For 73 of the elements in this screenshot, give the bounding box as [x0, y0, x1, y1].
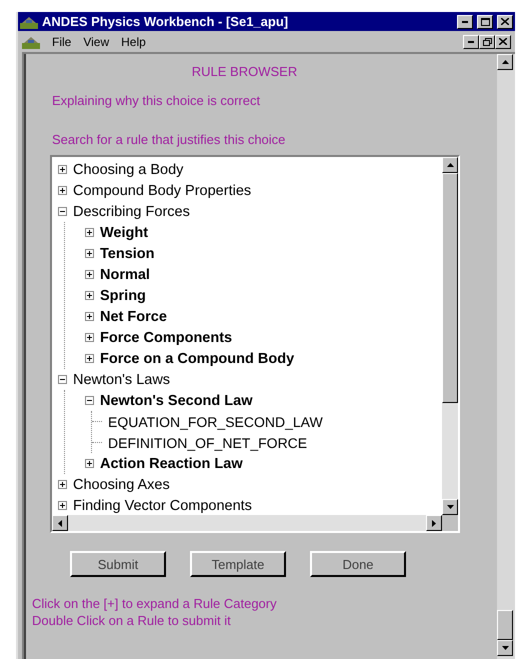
tree-item[interactable]: Describing Forces: [73, 204, 190, 220]
menu-item[interactable]: Help: [121, 34, 146, 48]
minimize-button[interactable]: [457, 14, 473, 28]
collapse-icon[interactable]: [85, 396, 94, 405]
rule-item[interactable]: EQUATION_FOR_SECOND_LAW: [108, 414, 323, 430]
menu-item[interactable]: View: [83, 34, 110, 48]
maximize-icon: [480, 18, 490, 26]
app-icon: [20, 14, 38, 28]
close-button[interactable]: [497, 14, 513, 28]
app-icon: [22, 34, 40, 48]
expand-icon[interactable]: [58, 186, 67, 195]
help-text: Click on the [+] to expand a Rule Category: [32, 595, 278, 612]
scroll-up-button[interactable]: [497, 54, 513, 70]
scrollbar-thumb[interactable]: [497, 610, 513, 640]
arrow-up-icon: [446, 163, 454, 167]
minimize-icon: [462, 20, 468, 22]
expand-icon[interactable]: [85, 249, 94, 258]
tree-item[interactable]: Force Components: [100, 330, 232, 346]
explanation-text: Explaining why this choice is correct: [52, 93, 262, 108]
scroll-right-button[interactable]: [426, 515, 442, 531]
scroll-down-button[interactable]: [497, 640, 513, 656]
help-text: Double Click on a Rule to submit it: [32, 612, 232, 629]
dialog-button[interactable]: Template: [190, 551, 286, 577]
expand-icon[interactable]: [85, 354, 94, 363]
expand-icon[interactable]: [58, 501, 67, 510]
expand-icon[interactable]: [85, 312, 94, 321]
tree-item[interactable]: Newton's Laws: [73, 372, 170, 388]
expand-icon[interactable]: [85, 291, 94, 300]
instruction-text: Search for a rule that justifies this choice: [52, 132, 286, 147]
tree-item[interactable]: Spring: [100, 288, 146, 304]
arrow-left-icon: [58, 520, 62, 526]
tree-item[interactable]: Weight: [100, 224, 148, 240]
tree-item[interactable]: Compound Body Properties: [73, 182, 252, 198]
dialog-button[interactable]: Submit: [70, 551, 166, 577]
arrow-right-icon: [432, 520, 436, 526]
close-icon: [501, 18, 509, 25]
collapse-icon[interactable]: [58, 375, 67, 384]
tree-item[interactable]: Tension: [100, 246, 155, 262]
minimize-icon: [468, 40, 474, 42]
arrow-up-icon: [502, 60, 508, 64]
collapse-icon[interactable]: [58, 207, 67, 216]
tree-item[interactable]: Net Force: [100, 308, 167, 324]
maximize-button[interactable]: [477, 14, 493, 28]
expand-icon[interactable]: [85, 459, 94, 468]
tree-item[interactable]: Choosing Axes: [73, 476, 170, 492]
scrollbar-corner: [442, 515, 458, 531]
tree-item[interactable]: Action Reaction Law: [100, 456, 243, 472]
dialog-button[interactable]: Done: [310, 551, 406, 577]
restore-icon: [482, 38, 492, 46]
minimize-button[interactable]: [463, 34, 479, 48]
expand-icon[interactable]: [58, 480, 67, 489]
tree-item[interactable]: Choosing a Body: [73, 162, 184, 178]
arrow-down-icon: [446, 505, 454, 509]
tree-item[interactable]: Normal: [100, 266, 150, 282]
rule-item[interactable]: DEFINITION_OF_NET_FORCE: [108, 434, 308, 450]
scrollbar-thumb[interactable]: [442, 173, 458, 403]
menu-item[interactable]: File: [52, 34, 72, 48]
expand-icon[interactable]: [85, 333, 94, 342]
tree-item[interactable]: Newton's Second Law: [100, 392, 252, 408]
scroll-left-button[interactable]: [52, 515, 68, 531]
browser-heading: RULE BROWSER: [190, 64, 298, 79]
tree-item[interactable]: Finding Vector Components: [73, 498, 252, 514]
window-title: ANDES Physics Workbench - [Se1_apu]: [42, 14, 290, 29]
expand-icon[interactable]: [58, 165, 67, 174]
restore-button[interactable]: [479, 34, 495, 48]
scroll-down-button[interactable]: [442, 499, 458, 515]
arrow-down-icon: [502, 646, 508, 650]
expand-icon[interactable]: [85, 228, 94, 237]
tree-item[interactable]: Force on a Compound Body: [100, 350, 294, 366]
close-icon: [499, 38, 507, 45]
expand-icon[interactable]: [85, 270, 94, 279]
close-button[interactable]: [495, 34, 511, 48]
scroll-up-button[interactable]: [442, 157, 458, 173]
